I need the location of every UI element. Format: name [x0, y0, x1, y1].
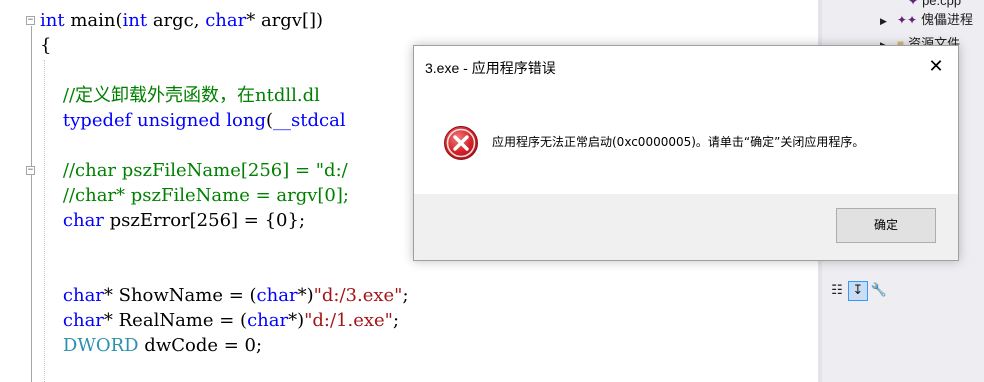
code-comment: //定义卸载外壳函数，在ntdll.dl	[40, 85, 320, 106]
code-string: "d:/3.exe"	[313, 285, 403, 306]
tree-item-project[interactable]: ▶ ✦✦ 傀儡进程	[880, 11, 973, 29]
code-keyword: unsigned	[137, 110, 221, 131]
code-line[interactable]: typedef unsigned long(__stdcal	[40, 108, 346, 133]
code-string: "d:/1.exe"	[304, 310, 393, 331]
fold-line	[31, 26, 32, 382]
collapse-main-icon[interactable]: −	[26, 16, 35, 25]
code-keyword: char	[247, 310, 289, 331]
code-text: * RealName = (	[103, 310, 248, 331]
code-keyword: __stdcal	[273, 110, 346, 131]
tree-item-label: pe.cpp	[922, 0, 962, 8]
code-line[interactable]: //char* pszFileName = argv[0];	[40, 183, 349, 208]
code-line[interactable]: char pszError[256] = {0};	[40, 208, 305, 233]
code-line[interactable]: //定义卸载外壳函数，在ntdll.dl	[40, 83, 320, 108]
tree-item-label: 傀儡进程	[921, 12, 974, 27]
code-text: dwCode = 0;	[138, 335, 263, 356]
dialog-message: 应用程序无法正常启动(0xc0000005)。请单击“确定”关闭应用程序。	[492, 135, 865, 149]
code-type: DWORD	[62, 335, 139, 356]
code-text: ;	[402, 285, 409, 306]
code-keyword: int	[122, 10, 148, 31]
cpp-file-icon: ✦	[908, 0, 919, 8]
code-line[interactable]: DWORD dwCode = 0;	[40, 333, 262, 358]
code-keyword: char	[62, 210, 104, 231]
code-keyword: char	[256, 285, 298, 306]
code-line[interactable]: //char pszFileName[256] = "d:/	[40, 158, 348, 183]
code-keyword: char	[62, 285, 104, 306]
code-line[interactable]: char* RealName = (char*)"d:/1.exe";	[40, 308, 399, 333]
code-text: main(	[64, 10, 123, 31]
ok-button[interactable]: 确定	[836, 208, 936, 243]
code-comment: //char pszFileName[256] = "d:/	[40, 160, 348, 181]
error-icon	[444, 126, 478, 160]
code-text: * argv[])	[246, 10, 324, 31]
code-text: ;	[392, 310, 400, 331]
project-icon: ✦✦	[896, 13, 918, 27]
code-keyword: char	[205, 10, 247, 31]
code-text: *)	[297, 285, 314, 306]
categorized-icon[interactable]: ☷	[828, 282, 846, 300]
code-text: pszError[256] = {0};	[103, 210, 306, 231]
code-text: * ShowName = (	[103, 285, 257, 306]
tree-item-pe-cpp[interactable]: ✦ pe.cpp	[908, 0, 961, 10]
code-text: *)	[288, 310, 305, 331]
fold-margin: − −	[0, 0, 38, 382]
code-line[interactable]: char* ShowName = (char*)"d:/3.exe";	[40, 283, 409, 308]
code-keyword: int	[40, 10, 65, 31]
code-comment: //char* pszFileName = argv[0];	[40, 185, 349, 206]
code-keyword: typedef	[62, 110, 132, 131]
close-icon[interactable]: ✕	[920, 52, 952, 82]
code-line[interactable]: int main(int argc, char* argv[])	[40, 8, 323, 33]
property-pages-icon[interactable]: 🔧	[870, 282, 888, 300]
code-keyword: char	[62, 310, 104, 331]
collapse-comment-icon[interactable]: −	[26, 166, 35, 175]
alphabetical-icon[interactable]: ↧	[848, 281, 868, 301]
code-text: {	[40, 35, 52, 56]
code-line[interactable]: {	[40, 33, 51, 58]
code-keyword: long	[226, 110, 266, 131]
properties-toolbar: ☷ ↧ 🔧	[828, 281, 891, 304]
error-dialog: 3.exe - 应用程序错误 ✕ 应用程序无法正常启动(0xc0000005)。…	[413, 45, 959, 261]
code-text: (	[265, 110, 274, 131]
expand-arrow-icon[interactable]: ▶	[880, 12, 887, 30]
dialog-title: 3.exe - 应用程序错误	[425, 60, 556, 76]
code-text: argc,	[147, 10, 206, 31]
